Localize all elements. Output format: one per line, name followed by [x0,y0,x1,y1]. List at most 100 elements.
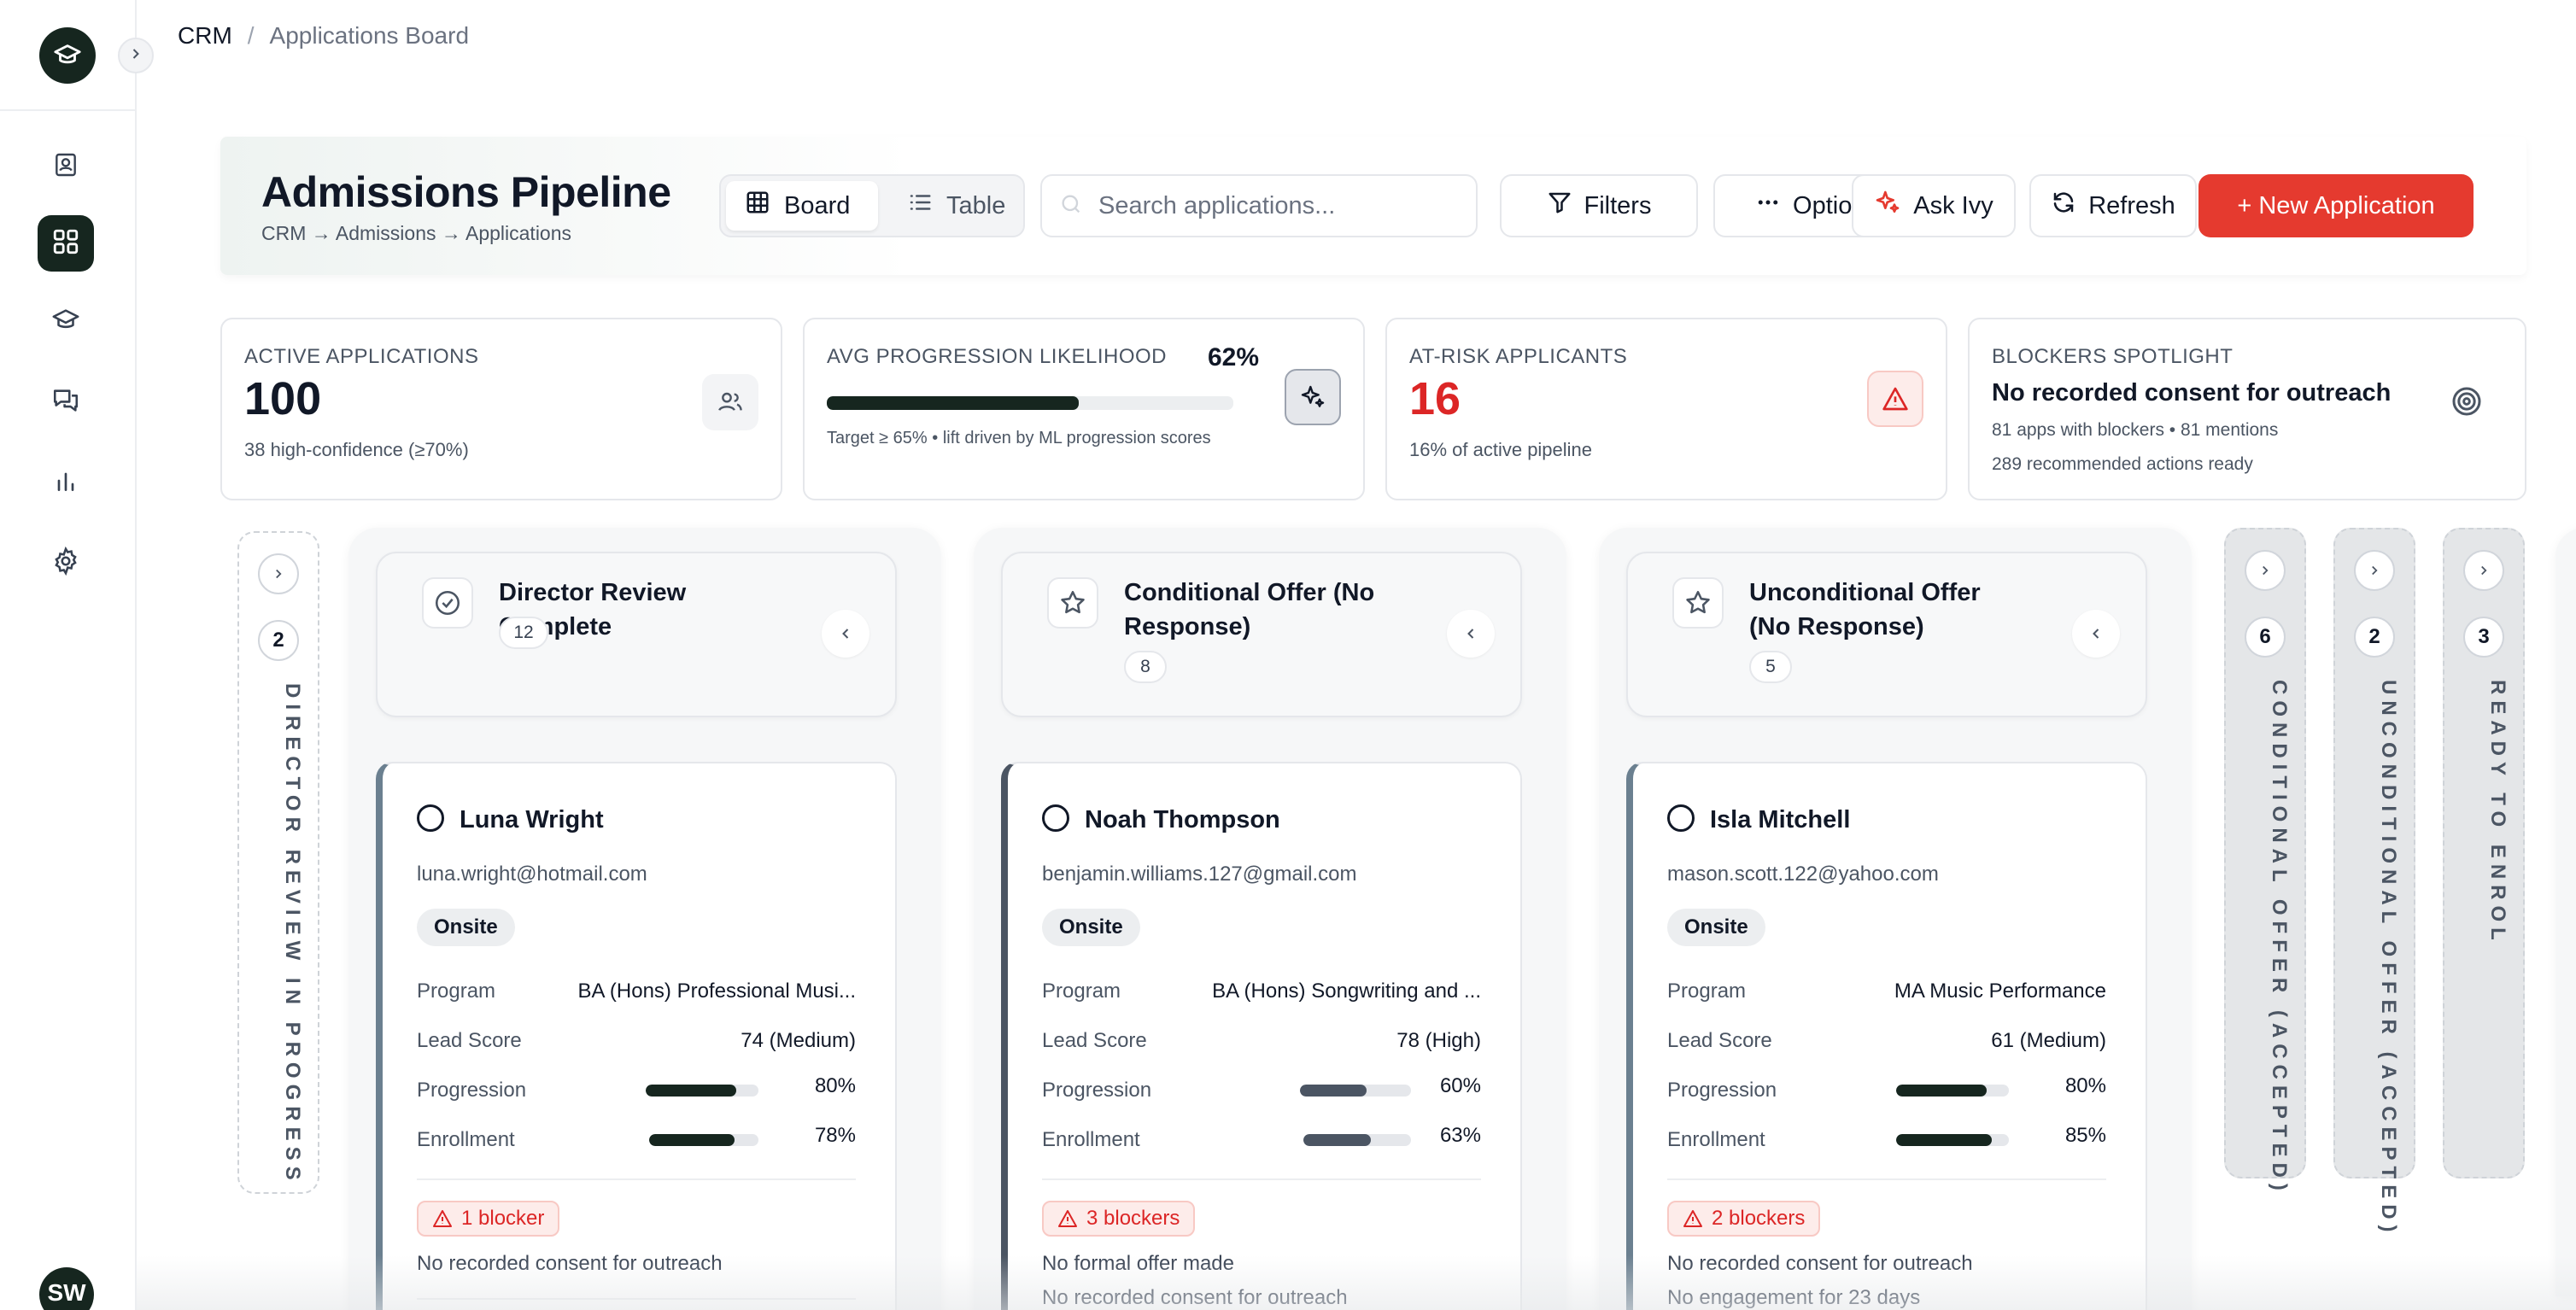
page-title: Admissions Pipeline [261,168,671,216]
column-count: 8 [1124,651,1167,683]
program-value: BA (Hons) Songwriting and ... [1212,980,1481,1003]
table-grid-icon [745,190,770,222]
bar-chart-icon [52,467,79,499]
users-icon [702,374,758,430]
select-radio[interactable] [1042,804,1069,832]
stat-at-risk: AT-RISK APPLICANTS 16 16% of active pipe… [1385,318,1947,500]
lead-score-row: Lead Score 74 (Medium) [417,1026,856,1056]
filters-label: Filters [1584,191,1652,219]
view-table-button[interactable]: Table [888,181,1022,231]
new-application-label: + New Application [2237,191,2435,219]
collapsed-column-ready-to-enrol[interactable]: 3 READY TO ENROL [2443,528,2525,1178]
applicant-email: mason.scott.122@yahoo.com [1667,863,1939,886]
breadcrumb-separator: / [247,22,255,49]
expand-column-button[interactable] [258,553,299,594]
stat-label: AVG PROGRESSION LIKELIHOOD [827,345,1167,368]
target-icon [2450,384,2484,423]
column-label: READY TO ENROL [2486,680,2509,946]
enrollment-bar [649,1134,758,1146]
refresh-label: Refresh [2088,191,2175,219]
column-director-review-complete: Director Review Complete 12 Luna Wright … [348,528,941,1310]
row-label: Program [1667,980,1747,1003]
sidebar-item-reports[interactable] [38,454,94,511]
sparkle-icon [1874,189,1901,223]
enrollment-value: 85% [2064,1124,2106,1147]
warning-triangle-icon [433,1210,452,1227]
blocker-reason: No formal offer made [1042,1252,1234,1275]
collapsed-column-director-review-in-progress[interactable]: 2 DIRECTOR REVIEW IN PROGRESS [237,531,319,1194]
sidebar-item-settings[interactable] [38,535,94,591]
progression-bar [827,396,1233,410]
select-radio[interactable] [417,804,444,832]
stat-note: 81 apps with blockers • 81 mentions [1992,420,2279,440]
expand-column-button[interactable] [2354,550,2395,591]
warning-triangle-icon [1058,1210,1077,1227]
application-card[interactable]: Luna Wright luna.wright@hotmail.com Onsi… [376,762,897,1310]
progression-row: Progression [1042,1076,1481,1105]
board-grid-icon [51,227,80,260]
avatar[interactable]: SW [39,1267,94,1310]
divider [417,1178,856,1180]
enrollment-value: 63% [1439,1124,1481,1147]
mode-badge: Onsite [1667,909,1765,946]
lead-score-row: Lead Score 61 (Medium) [1667,1026,2106,1056]
breadcrumb-crm[interactable]: CRM [178,22,232,50]
row-label: Lead Score [1042,1029,1147,1052]
new-application-button[interactable]: + New Application [2198,174,2474,237]
sidebar-toggle-button[interactable] [118,38,154,73]
chevron-right-icon [276,569,282,579]
blocker-count: 1 blocker [461,1207,545,1230]
row-label: Enrollment [1667,1128,1765,1151]
sidebar-header [0,0,137,111]
progression-bar-fill [827,396,1080,410]
stat-value: 100 [244,373,322,424]
gear-icon [51,546,80,580]
application-card[interactable]: Isla Mitchell mason.scott.122@yahoo.com … [1626,762,2147,1310]
sidebar-item-admissions[interactable] [38,294,94,350]
progression-value: 80% [2064,1074,2106,1097]
enrollment-bar [1896,1134,2009,1146]
column-label: CONDITIONAL OFFER (ACCEPTED) [2268,680,2291,1196]
column-conditional-offer-no-response: Conditional Offer (No Response) 8 Noah T… [974,528,1566,1310]
graduation-cap-logo[interactable] [39,27,96,84]
blocker-badge[interactable]: 1 blocker [417,1201,560,1237]
bar-fill [1303,1134,1372,1146]
filters-button[interactable]: Filters [1500,174,1698,237]
view-board-label: Board [784,191,851,219]
view-board-button[interactable]: Board [726,181,878,231]
row-label: Enrollment [1042,1128,1140,1151]
ask-ivy-button[interactable]: Ask Ivy [1852,174,2016,237]
page-subtitle: CRM → Admissions → Applications [261,222,572,244]
column-header: Unconditional Offer (No Response) 5 [1626,552,2147,717]
sparkle-icon[interactable] [1285,369,1341,425]
collapsed-column-conditional-offer-accepted[interactable]: 6 CONDITIONAL OFFER (ACCEPTED) [2224,528,2306,1196]
column-unconditional-offer-no-response: Unconditional Offer (No Response) 5 Isla… [1599,528,2192,1310]
expand-column-button[interactable] [2245,550,2286,591]
collapse-column-button[interactable] [2072,610,2120,658]
select-radio[interactable] [1667,804,1695,832]
column-count: 2 [2354,617,2395,658]
application-card[interactable]: Noah Thompson benjamin.williams.127@gmai… [1001,762,1522,1310]
next-column-edge [2556,528,2576,1296]
blocker-badge[interactable]: 3 blockers [1042,1201,1196,1237]
sidebar-item-board[interactable] [38,215,94,272]
collapsed-column-unconditional-offer-accepted[interactable]: 2 UNCONDITIONAL OFFER (ACCEPTED) [2333,528,2415,1238]
star-icon [1047,577,1098,629]
collapse-column-button[interactable] [1447,610,1495,658]
program-value: MA Music Performance [1894,980,2106,1003]
divider [417,1298,856,1300]
sidebar-item-contacts[interactable] [38,138,94,195]
collapse-column-button[interactable] [822,610,869,658]
row-label: Progression [1042,1079,1152,1102]
sidebar-item-messages[interactable] [38,374,94,430]
kanban-board: 2 DIRECTOR REVIEW IN PROGRESS Director R… [220,528,2576,1310]
star-icon [1672,577,1724,629]
lead-score-row: Lead Score 78 (High) [1042,1026,1481,1056]
stat-label: ACTIVE APPLICATIONS [244,345,479,368]
blocker-badge[interactable]: 2 blockers [1667,1201,1821,1237]
expand-column-button[interactable] [2463,550,2504,591]
search-input[interactable] [1098,191,1457,220]
program-row: Program BA (Hons) Professional Musi... [417,977,856,1006]
refresh-button[interactable]: Refresh [2029,174,2197,237]
chevron-left-icon [842,629,849,639]
